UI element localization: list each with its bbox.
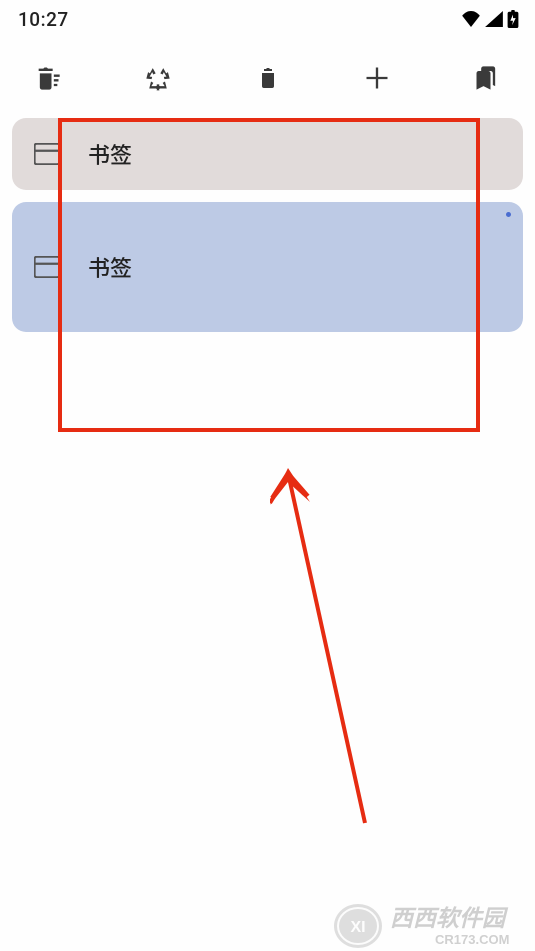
watermark-brand: 西西软件园 bbox=[390, 905, 509, 931]
recycle-button[interactable] bbox=[138, 58, 178, 98]
bookmarks-button[interactable] bbox=[467, 58, 507, 98]
list-item[interactable]: 书签 bbox=[12, 118, 523, 190]
web-page-icon bbox=[34, 143, 60, 165]
unread-dot-icon bbox=[506, 212, 511, 217]
delete-sweep-icon bbox=[33, 64, 63, 92]
toolbar bbox=[0, 34, 535, 118]
delete-sweep-button[interactable] bbox=[28, 58, 68, 98]
restore-trash-icon bbox=[256, 64, 280, 92]
cell-signal-icon bbox=[485, 11, 503, 27]
watermark-url: CR173.COM bbox=[435, 932, 509, 947]
wifi-icon bbox=[461, 11, 481, 27]
bookmarks-icon bbox=[473, 64, 501, 92]
add-icon bbox=[363, 64, 391, 92]
watermark: XI 西西软件园 CR173.COM bbox=[330, 901, 535, 951]
svg-text:XI: XI bbox=[350, 919, 365, 936]
status-bar: 10:27 bbox=[0, 0, 535, 34]
status-time: 10:27 bbox=[18, 8, 69, 31]
add-button[interactable] bbox=[357, 58, 397, 98]
status-icons bbox=[461, 10, 519, 28]
web-page-icon bbox=[34, 256, 60, 278]
annotation-arrow bbox=[270, 428, 380, 828]
battery-icon bbox=[507, 10, 519, 28]
list-item-label: 书签 bbox=[88, 138, 132, 170]
restore-trash-button[interactable] bbox=[248, 58, 288, 98]
bookmark-list: 书签 书签 bbox=[0, 118, 535, 332]
recycle-icon bbox=[144, 64, 172, 92]
list-item[interactable]: 书签 bbox=[12, 202, 523, 332]
list-item-label: 书签 bbox=[88, 251, 132, 283]
